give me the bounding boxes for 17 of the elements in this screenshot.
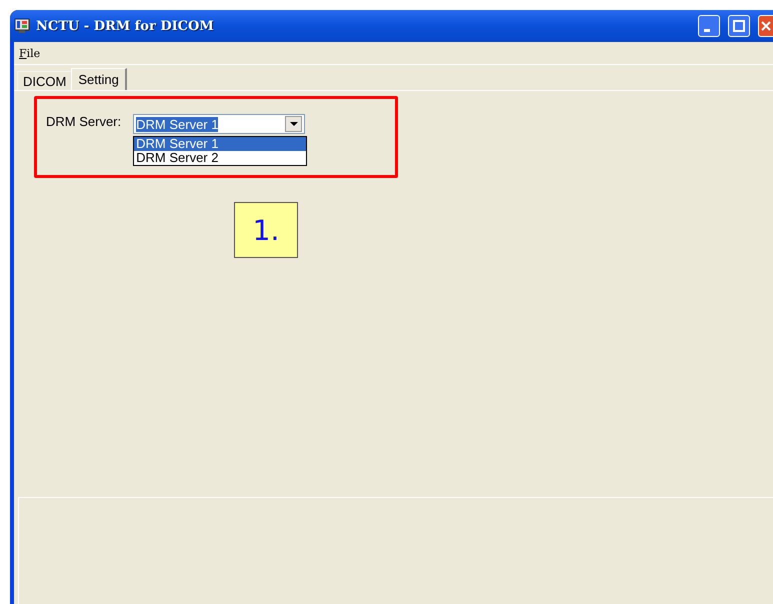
- app-icon: [14, 18, 30, 34]
- step-callout: 1.: [234, 202, 298, 258]
- menu-item[interactable]: File: [19, 46, 40, 60]
- close-icon: [760, 20, 772, 32]
- caret-icon: [290, 122, 298, 126]
- maximize-button[interactable]: [728, 15, 750, 37]
- tab[interactable]: DICOM: [17, 71, 72, 90]
- maximize-icon: [733, 20, 745, 32]
- dropdown-option[interactable]: DRM Server 1: [134, 137, 306, 151]
- minimize-button[interactable]: [698, 15, 720, 37]
- dropdown-arrow-button[interactable]: [285, 116, 302, 132]
- tab[interactable]: Setting: [71, 68, 127, 90]
- window-title: NCTU - DRM for DICOM: [36, 18, 215, 34]
- minimize-icon: [704, 28, 710, 32]
- server-dropdown[interactable]: DRM Server 1: [133, 114, 306, 134]
- field-label: DRM Server:: [46, 114, 122, 131]
- close-button[interactable]: [758, 15, 773, 37]
